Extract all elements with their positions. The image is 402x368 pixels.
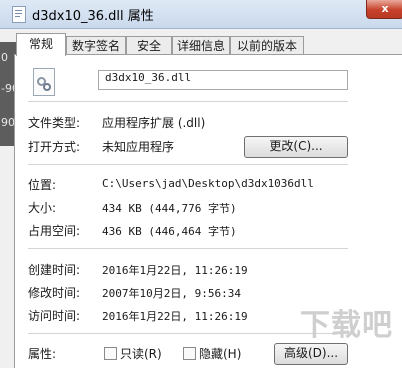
size-label: 大小: xyxy=(28,201,57,215)
size-value: 434 KB (444,776 字节) xyxy=(102,202,237,215)
size-on-disk-label: 占用空间: xyxy=(28,224,81,238)
strip-number-0: 0 xyxy=(1,51,8,64)
readonly-checkbox[interactable] xyxy=(104,347,117,360)
size-on-disk-value: 436 KB (446,464 字节) xyxy=(102,225,237,238)
window-title: d3dx10_36.dll 属性 xyxy=(32,9,154,24)
tab-security[interactable]: 安全 xyxy=(126,36,172,55)
created-label: 创建时间: xyxy=(28,263,81,277)
tab-digital-signatures[interactable]: 数字签名 xyxy=(66,36,126,55)
open-with-value: 未知应用程序 xyxy=(102,140,175,154)
accessed-label: 访问时间: xyxy=(28,309,81,323)
hidden-checkbox[interactable] xyxy=(183,347,196,360)
modified-label: 修改时间: xyxy=(28,286,81,300)
tab-details[interactable]: 详细信息 xyxy=(172,36,230,55)
watermark-logo: 下载吧 xyxy=(300,308,393,343)
divider xyxy=(28,101,348,102)
modified-value: 2007年10月2日, 9:56:34 xyxy=(102,287,241,300)
location-label: 位置: xyxy=(28,178,57,192)
open-with-label: 打开方式: xyxy=(28,140,81,154)
advanced-button[interactable]: 高级(D)... xyxy=(274,343,348,365)
filename-field[interactable]: d3dx10_36.dll xyxy=(98,70,348,90)
readonly-label[interactable]: 只读(R) xyxy=(120,345,162,362)
strip-number-90: 90 xyxy=(1,116,15,129)
change-button[interactable]: 更改(C)... xyxy=(244,136,348,158)
accessed-value: 2016年1月22日, 11:26:19 xyxy=(102,310,248,323)
divider xyxy=(28,164,348,165)
file-type-value: 应用程序扩展 (.dll) xyxy=(102,116,206,130)
location-value: C:\Users\jad\Desktop\d3dx1036dll xyxy=(102,177,314,190)
tab-general[interactable]: 常规 xyxy=(16,33,66,56)
attributes-label: 属性: xyxy=(28,347,57,361)
hidden-label[interactable]: 隐藏(H) xyxy=(199,345,241,362)
title-bar: d3dx10_36.dll 属性 x xyxy=(0,0,402,29)
tab-previous-versions[interactable]: 以前的版本 xyxy=(230,36,304,55)
divider xyxy=(28,248,348,249)
close-button[interactable]: x xyxy=(366,0,402,19)
created-value: 2016年1月22日, 11:26:19 xyxy=(102,264,248,277)
file-icon xyxy=(12,6,26,23)
dll-file-icon xyxy=(33,68,55,96)
file-type-label: 文件类型: xyxy=(28,116,81,130)
